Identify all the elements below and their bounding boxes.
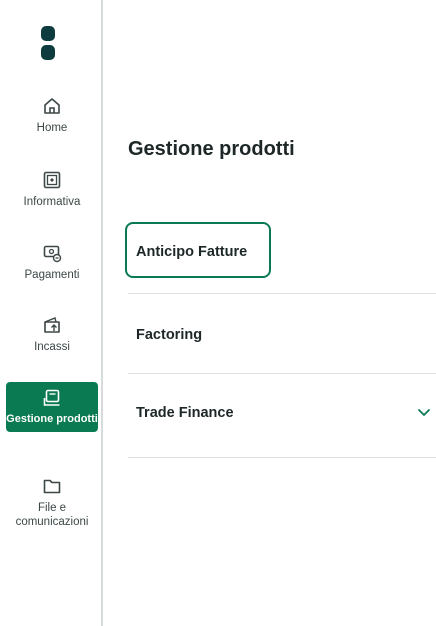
sidebar-item-home[interactable]: Home	[6, 96, 98, 135]
folder-icon	[43, 479, 61, 494]
page-title: Gestione prodotti	[128, 138, 295, 160]
products-icon	[43, 389, 60, 406]
product-item-anticipo-fatture[interactable]: Anticipo Fatture	[125, 222, 436, 294]
sidebar-item-pagamenti[interactable]: Pagamenti	[6, 243, 98, 282]
product-label: Trade Finance	[136, 405, 234, 421]
product-label: Factoring	[136, 327, 203, 343]
sidebar-item-label: Informativa	[23, 196, 81, 208]
payments-icon	[43, 245, 62, 263]
product-list: Anticipo Fatture Factoring Trade Finance	[125, 222, 436, 458]
sidebar-item-label: Pagamenti	[24, 269, 80, 281]
sidebar-item-label: File e comunicazioni	[15, 502, 89, 528]
product-item-trade-finance[interactable]: Trade Finance	[128, 374, 436, 458]
product-label: Anticipo Fatture	[136, 244, 248, 260]
main-content: Gestione prodotti Anticipo Fatture Facto…	[103, 0, 436, 626]
app-logo[interactable]	[41, 26, 55, 62]
sidebar-item-incassi[interactable]: Incassi	[6, 315, 98, 354]
sidebar-item-file-comunicazioni[interactable]: File e comunicazioni	[6, 476, 98, 529]
sidebar-item-informativa[interactable]: Informativa	[6, 170, 98, 209]
sidebar-item-label: Home	[36, 122, 68, 134]
safe-icon	[43, 171, 61, 189]
logo-dot-top	[41, 26, 55, 41]
logo-dot-bottom	[41, 45, 55, 60]
wallet-in-icon	[44, 317, 60, 333]
product-item-factoring[interactable]: Factoring	[128, 294, 436, 374]
sidebar-item-gestione-prodotti[interactable]: Gestione prodotti	[6, 382, 98, 432]
sidebar-item-label: Gestione prodotti	[6, 413, 98, 425]
sidebar: Home Informativa Pagamenti Incassi Gesti…	[0, 0, 103, 626]
sidebar-item-label: Incassi	[34, 341, 70, 353]
home-icon	[44, 98, 60, 114]
chevron-down-icon[interactable]	[416, 404, 432, 420]
